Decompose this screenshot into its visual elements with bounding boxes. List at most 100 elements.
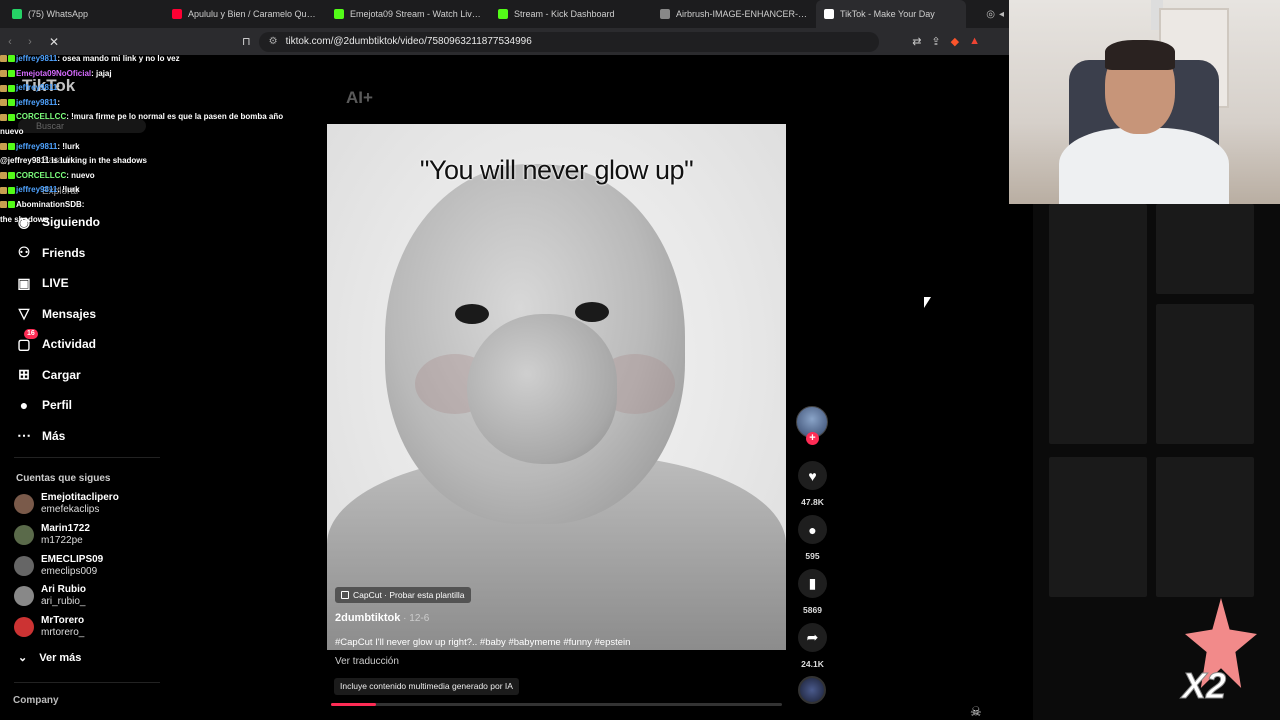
see-translation-link[interactable]: Ver traducción: [335, 656, 399, 667]
followed-account[interactable]: Ari Rubio ari_rubio_: [14, 584, 86, 608]
music-disc-icon[interactable]: [798, 676, 826, 704]
follow-plus-icon[interactable]: +: [806, 432, 819, 445]
chat-badge-icon: [0, 201, 7, 209]
chat-message: CORCELLCC: !mura firme pe lo normal es q…: [0, 110, 290, 125]
browser-tab[interactable]: TikTok - Make Your Day: [816, 0, 966, 28]
browser-tab[interactable]: Stream - Kick Dashboard: [490, 0, 652, 28]
followed-account[interactable]: MrTorero mrtorero_: [14, 615, 84, 639]
chat-badge-icon: [0, 113, 7, 121]
tab-label: Stream - Kick Dashboard: [514, 9, 615, 19]
chat-badge-icon: [0, 55, 7, 63]
sidebar-item-friends[interactable]: ⚇ Friends: [14, 242, 86, 264]
browser-tab[interactable]: (75) WhatsApp: [4, 0, 164, 28]
related-video-thumb[interactable]: [1156, 304, 1254, 444]
followed-account[interactable]: Emejotitaclipero emefekaclips: [14, 492, 119, 516]
chat-text: : !lurk: [57, 141, 80, 151]
sidebar-item-perfil[interactable]: ● Perfil: [14, 394, 72, 416]
chat-username[interactable]: CORCELLCC: [16, 171, 66, 180]
chat-username[interactable]: AbominationSDB: [16, 200, 82, 209]
address-bar[interactable]: ⚙ tiktok.com/@2dumbtiktok/video/75809632…: [258, 31, 879, 52]
video-caption-overlay: "You will never glow up": [419, 155, 694, 185]
browser-toolbar: ‹ › ✕ ⊓ ⚙ tiktok.com/@2dumbtiktok/video/…: [0, 28, 1010, 55]
chat-username[interactable]: jeffrey9811: [16, 98, 57, 107]
sidebar-item-más[interactable]: ⋯ Más: [14, 425, 65, 447]
chat-message: jeffrey9811: !lurk: [0, 140, 290, 155]
following-accounts-title: Cuentas que sigues: [16, 473, 111, 484]
related-video-thumb[interactable]: [1156, 457, 1254, 597]
related-video-thumb[interactable]: [1049, 304, 1147, 444]
followed-account[interactable]: EMECLIPS09 emeclips009: [14, 554, 103, 578]
url-text: tiktok.com/@2dumbtiktok/video/7580963211…: [285, 36, 532, 47]
avatar: [14, 494, 34, 514]
chat-username[interactable]: jeffrey9811: [16, 142, 57, 151]
video-progress-bar[interactable]: [331, 703, 782, 706]
tab-favicon-icon: [334, 9, 344, 19]
chat-username[interactable]: CORCELLCC: [16, 112, 66, 121]
chat-username[interactable]: Emejota09NoOficial: [16, 69, 91, 78]
messages-icon: ▽: [18, 305, 30, 321]
sidebar-item-label: Perfil: [42, 398, 73, 412]
chat-message: jeffrey9811: osea mando mi link y no lo …: [0, 52, 290, 67]
see-more-button[interactable]: ⌄ Ver más: [18, 651, 81, 664]
browser-tab[interactable]: Airbrush-IMAGE-ENHANCER-17648: [652, 0, 816, 28]
back-icon[interactable]: ‹: [0, 36, 20, 48]
brave-shield-icon[interactable]: ◆: [951, 35, 959, 48]
tab-favicon-icon: [172, 9, 182, 19]
bookmark-save-icon: ▮: [808, 575, 817, 591]
live-icon: ▣: [17, 274, 31, 291]
account-names: Marin1722 m1722pe: [41, 523, 90, 547]
site-info-icon[interactable]: ⚙: [269, 36, 278, 47]
x2-label: X2: [1181, 665, 1227, 707]
tab-favicon-icon: [498, 9, 508, 19]
share-icon[interactable]: ⇪: [931, 35, 940, 48]
like-button[interactable]: ♥: [798, 461, 827, 490]
video-progress-fill: [331, 703, 377, 706]
chat-badge-icon: [0, 172, 7, 180]
related-video-thumb[interactable]: [1156, 204, 1254, 294]
chat-badge-icon: [8, 113, 15, 121]
chat-message: the shadows: [0, 213, 290, 228]
sidebar-item-label: Más: [42, 428, 66, 443]
extensions-icon[interactable]: ◎: [986, 9, 995, 20]
followed-account[interactable]: Marin1722 m1722pe: [14, 523, 90, 547]
sidebar-item-actividad[interactable]: ▢ 16 Actividad: [14, 329, 96, 355]
tab-label: Airbrush-IMAGE-ENHANCER-17648: [676, 9, 808, 19]
bookmark-icon[interactable]: ⊓: [242, 35, 251, 48]
volume-icon[interactable]: ◂: [999, 9, 1004, 20]
stop-loading-icon[interactable]: ✕: [44, 35, 64, 49]
tab-favicon-icon: [824, 9, 834, 19]
capcut-template-tag[interactable]: CapCut · Probar esta plantilla: [335, 587, 471, 603]
chat-message: @jeffrey9811 is lurking in the shadows: [0, 154, 290, 169]
chat-badge-icon: [8, 172, 15, 180]
tab-label: TikTok - Make Your Day: [840, 9, 935, 19]
sidebar-item-mensajes[interactable]: ▽ Mensajes: [14, 303, 96, 325]
share-arrow-icon: ➦: [806, 629, 819, 645]
related-video-thumb[interactable]: [1049, 457, 1147, 597]
video-description: #CapCut I'll never glow up right?.. #bab…: [335, 637, 631, 648]
account-names: Emejotitaclipero emefekaclips: [41, 492, 119, 516]
chat-username[interactable]: jeffrey9811: [16, 54, 57, 63]
account-handle: emefekaclips: [41, 504, 100, 515]
rewards-icon[interactable]: ▲: [969, 35, 980, 48]
company-link[interactable]: Company: [13, 695, 59, 706]
chat-badge-icon: [8, 142, 15, 150]
friends-icon: ⚇: [17, 244, 31, 260]
chat-username[interactable]: jeffrey9811: [16, 83, 57, 92]
save-button[interactable]: ▮: [798, 569, 827, 598]
video-author[interactable]: 2dumbtiktok · 12-6: [335, 612, 429, 624]
chat-username[interactable]: jeffrey9811: [16, 185, 57, 194]
translate-icon[interactable]: ⇄: [912, 35, 921, 48]
author-name[interactable]: 2dumbtiktok: [335, 612, 400, 624]
divider: [14, 682, 160, 683]
sidebar-item-live[interactable]: ▣ LIVE: [14, 272, 68, 294]
chat-badge-icon: [0, 186, 7, 194]
forward-icon[interactable]: ›: [20, 36, 40, 48]
sidebar-item-cargar[interactable]: ⊞ Cargar: [14, 364, 81, 386]
video-player[interactable]: "You will never glow up" CapCut · Probar…: [327, 124, 786, 650]
comment-button[interactable]: ●: [798, 515, 827, 544]
like-count: 47.8K: [801, 497, 824, 507]
browser-tab[interactable]: Apululu y Bien / Caramelo Que Le Fa: [164, 0, 326, 28]
chat-badge-icon: [0, 84, 7, 92]
share-button[interactable]: ➦: [798, 623, 827, 652]
browser-tab[interactable]: Emejota09 Stream - Watch Live on K: [326, 0, 490, 28]
